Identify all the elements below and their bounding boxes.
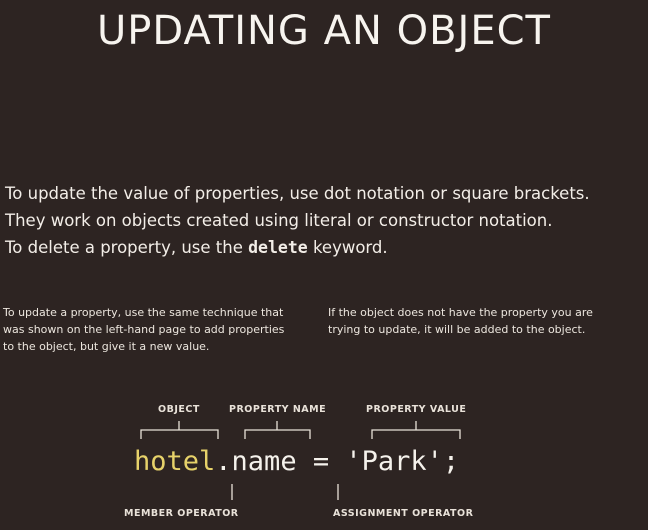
property-value-bracket [371,421,461,439]
code-semicolon: ; [442,446,460,477]
code-equals: = [296,446,346,477]
code-example: hotel.name = 'Park'; [134,446,459,477]
object-bracket [140,421,219,439]
property-name-bracket [244,421,311,439]
code-value: 'Park' [345,446,443,477]
code-dot: . [215,446,232,477]
code-property: name [231,446,297,477]
code-object: hotel [134,446,216,477]
